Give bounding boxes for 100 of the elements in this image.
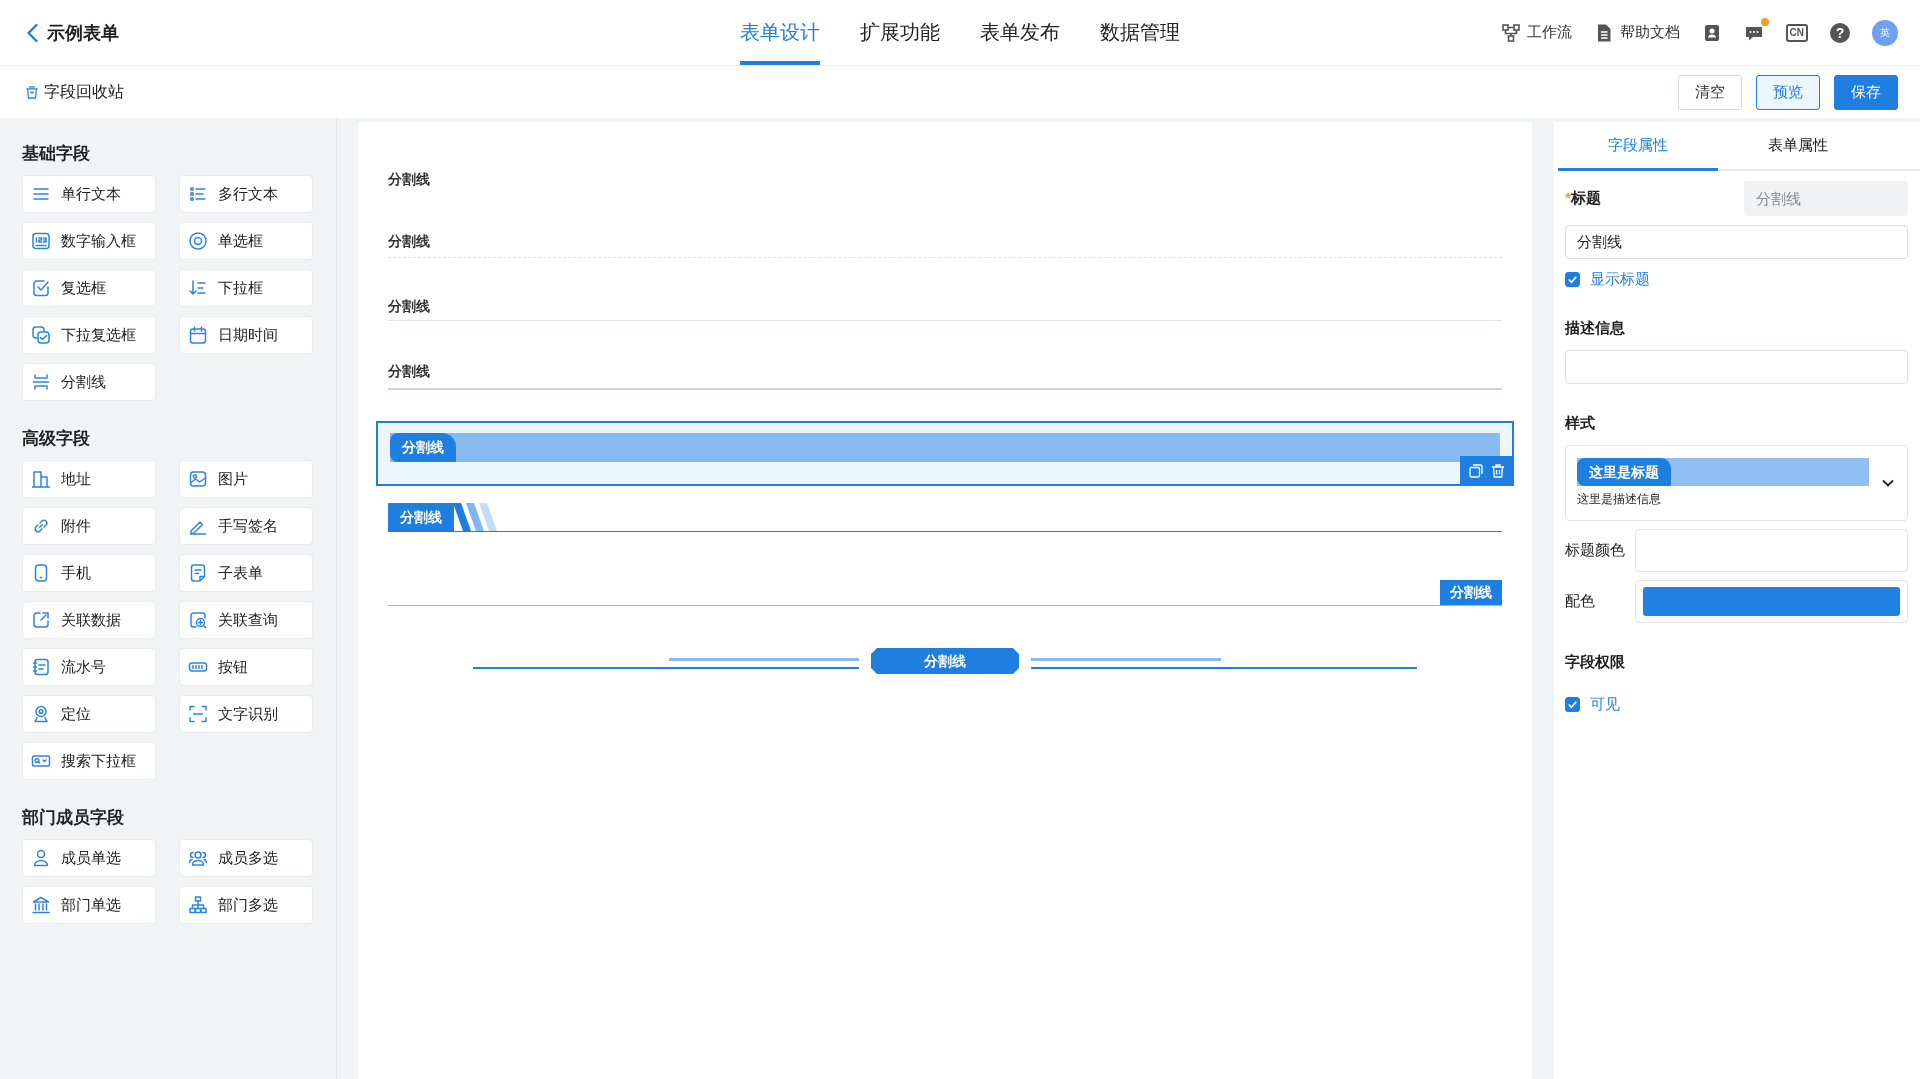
field-item[interactable]: 单选框 bbox=[179, 222, 313, 260]
check-icon bbox=[1566, 698, 1579, 711]
divider-title: 分割线 bbox=[1440, 580, 1502, 605]
user-icon bbox=[31, 848, 51, 868]
field-item[interactable]: 手写签名 bbox=[179, 507, 313, 545]
show-title-checkbox[interactable]: 显示标题 bbox=[1565, 270, 1908, 289]
field-item[interactable]: 下拉框 bbox=[179, 269, 313, 307]
field-item[interactable]: 部门多选 bbox=[179, 886, 313, 924]
field-item[interactable]: 数字输入框 bbox=[22, 222, 156, 260]
back-icon[interactable] bbox=[26, 22, 39, 43]
form-field[interactable]: 分割线 bbox=[388, 648, 1502, 674]
field-item[interactable]: 日期时间 bbox=[179, 316, 313, 354]
field-item[interactable]: 地址 bbox=[22, 460, 156, 498]
header-link[interactable]: 工作流 bbox=[1500, 22, 1572, 43]
field-type-box: 分割线 bbox=[1744, 181, 1908, 216]
form-field[interactable]: 分割线 bbox=[388, 296, 1502, 321]
nav-tab[interactable]: 表单发布 bbox=[980, 0, 1060, 65]
divider-title: 分割线 bbox=[390, 433, 456, 462]
field-item[interactable]: 定位 bbox=[22, 695, 156, 733]
field-item[interactable]: 关联查询 bbox=[179, 601, 313, 639]
document-icon bbox=[188, 563, 208, 583]
group-title: 部门成员字段 bbox=[22, 807, 125, 829]
field-item[interactable]: 附件 bbox=[22, 507, 156, 545]
field-item[interactable]: 子表单 bbox=[179, 554, 313, 592]
building-icon bbox=[31, 469, 51, 489]
form-field[interactable]: 分割线 bbox=[376, 421, 1514, 486]
style-description: 这里是描述信息 bbox=[1577, 491, 1662, 508]
field-item[interactable]: 手机 bbox=[22, 554, 156, 592]
field-item[interactable]: 关联数据 bbox=[22, 601, 156, 639]
checkbox[interactable] bbox=[1565, 272, 1580, 287]
field-item[interactable]: 文字识别 bbox=[179, 695, 313, 733]
field-item[interactable]: 多行文本 bbox=[179, 175, 313, 213]
visible-checkbox[interactable]: 可见 bbox=[1565, 695, 1908, 714]
link-icon bbox=[31, 516, 51, 536]
form-field[interactable]: 分割线 bbox=[388, 580, 1502, 606]
trash-icon[interactable] bbox=[1490, 463, 1506, 479]
divider-icon bbox=[31, 372, 51, 392]
form-field[interactable]: 分割线 bbox=[388, 169, 1502, 189]
org-chart-icon bbox=[188, 895, 208, 915]
toolbar-button[interactable]: 清空 bbox=[1678, 74, 1742, 110]
image-icon bbox=[188, 469, 208, 489]
description-input[interactable] bbox=[1565, 350, 1908, 384]
nav-tab[interactable]: 数据管理 bbox=[1100, 0, 1180, 65]
field-item[interactable]: 分割线 bbox=[22, 363, 156, 401]
stripes-drawing bbox=[453, 503, 497, 531]
calendar-icon bbox=[188, 325, 208, 345]
nav-tab[interactable]: 扩展功能 bbox=[860, 0, 940, 65]
style-select[interactable]: 这里是标题 这里是描述信息 bbox=[1565, 445, 1908, 521]
checkbox-icon bbox=[31, 278, 51, 298]
check-icon bbox=[1566, 273, 1579, 286]
language-button[interactable]: CN bbox=[1785, 23, 1808, 42]
bank-icon bbox=[31, 895, 51, 915]
toolbar-button[interactable]: 保存 bbox=[1834, 74, 1898, 110]
panel-tab[interactable]: 字段属性 bbox=[1558, 122, 1718, 171]
number-box-icon bbox=[31, 231, 51, 251]
field-item[interactable]: 图片 bbox=[179, 460, 313, 498]
title-color-field[interactable] bbox=[1635, 529, 1908, 572]
divider-title: 分割线 bbox=[871, 648, 1019, 674]
header-link[interactable]: 帮助文档 bbox=[1593, 22, 1680, 43]
form-field[interactable]: 分割线 bbox=[388, 503, 1502, 532]
sort-icon bbox=[188, 278, 208, 298]
copy-icon[interactable] bbox=[1468, 463, 1484, 479]
field-label: 标题颜色 bbox=[1565, 541, 1626, 560]
group-title: 高级字段 bbox=[22, 428, 91, 450]
field-item[interactable]: 成员单选 bbox=[22, 839, 156, 877]
copy-check-icon bbox=[31, 325, 51, 345]
divider-title: 分割线 bbox=[388, 297, 430, 316]
field-item[interactable]: 按钮 bbox=[179, 648, 313, 686]
recycle-bin-link[interactable]: 字段回收站 bbox=[24, 81, 124, 103]
form-title: 示例表单 bbox=[47, 21, 119, 45]
field-label: 字段权限 bbox=[1565, 653, 1626, 672]
panel-tab[interactable]: 表单属性 bbox=[1718, 122, 1878, 171]
style-title: 这里是标题 bbox=[1577, 458, 1671, 486]
field-item[interactable]: 部门单选 bbox=[22, 886, 156, 924]
radio-icon bbox=[188, 231, 208, 251]
trash-icon bbox=[24, 84, 40, 100]
location-icon bbox=[31, 704, 51, 724]
group-title: 基础字段 bbox=[22, 143, 91, 165]
field-item[interactable]: 下拉复选框 bbox=[22, 316, 156, 354]
checkbox[interactable] bbox=[1565, 697, 1580, 712]
nodes-icon bbox=[1500, 22, 1521, 43]
field-item[interactable]: 搜索下拉框 bbox=[22, 742, 156, 780]
title-input[interactable]: 分割线 bbox=[1565, 225, 1908, 259]
field-label: 描述信息 bbox=[1565, 319, 1626, 338]
field-item[interactable]: 流水号 bbox=[22, 648, 156, 686]
toolbar-button[interactable]: 预览 bbox=[1756, 74, 1820, 110]
field-label: *标题 bbox=[1565, 189, 1601, 208]
field-item[interactable]: 复选框 bbox=[22, 269, 156, 307]
users-icon bbox=[188, 848, 208, 868]
field-item[interactable]: 单行文本 bbox=[22, 175, 156, 213]
link-square-icon bbox=[31, 610, 51, 630]
field-item[interactable]: 成员多选 bbox=[179, 839, 313, 877]
color-swatch[interactable] bbox=[1643, 587, 1900, 616]
divider-title: 分割线 bbox=[388, 232, 430, 251]
form-field[interactable]: 分割线 bbox=[388, 361, 1502, 390]
help-button[interactable]: ? bbox=[1830, 22, 1850, 43]
divider-title: 分割线 bbox=[388, 170, 430, 189]
divider-title: 分割线 bbox=[388, 362, 430, 381]
field-label: 样式 bbox=[1565, 414, 1596, 433]
form-field[interactable]: 分割线 bbox=[388, 231, 1502, 258]
